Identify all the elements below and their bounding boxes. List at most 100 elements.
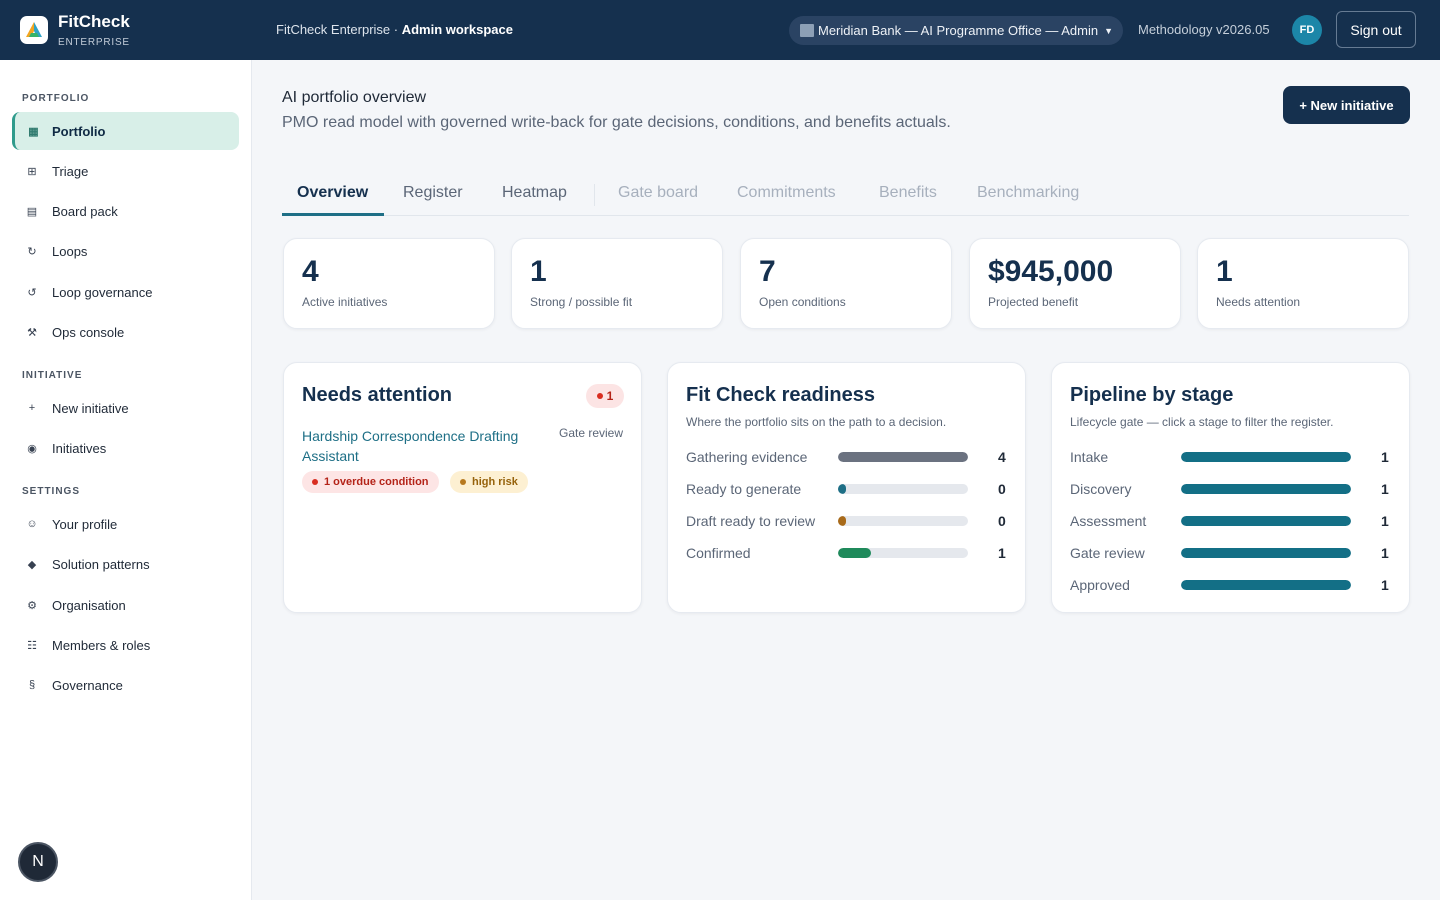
loop-governance-icon: ↺ bbox=[27, 286, 37, 299]
card-title: Needs attention bbox=[302, 384, 453, 406]
kpi-label: Open conditions bbox=[759, 295, 846, 309]
stage-track[interactable] bbox=[1181, 452, 1351, 462]
initiative-stage: Gate review bbox=[559, 426, 624, 440]
stage-value: 1 bbox=[1381, 449, 1389, 465]
tab-commitments[interactable]: Commitments bbox=[737, 184, 836, 202]
section-icon: § bbox=[28, 679, 36, 691]
n-badge-button[interactable]: N bbox=[18, 842, 58, 882]
sidebar-item-label: Initiatives bbox=[52, 440, 107, 456]
stage-value: 1 bbox=[1381, 545, 1389, 561]
red-dot-icon bbox=[596, 393, 603, 399]
row-value: 0 bbox=[998, 513, 1006, 529]
table-icon: ⊞ bbox=[27, 165, 37, 178]
kpi-card-open-conditions: 7 Open conditions bbox=[740, 238, 952, 329]
sidebar-item-portfolio[interactable]: ▦ Portfolio bbox=[12, 112, 239, 150]
stage-fill bbox=[1181, 580, 1351, 590]
card-subtitle: Lifecycle gate — click a stage to filter… bbox=[1070, 415, 1334, 429]
stage-fill bbox=[1181, 548, 1351, 558]
needs-attention-card: Needs attention 1 Hardship Correspondenc… bbox=[283, 362, 642, 613]
sidebar-item-label: Portfolio bbox=[52, 123, 106, 139]
sidebar: PORTFOLIO ▦ Portfolio ⊞ Triage ▤ Board pack… bbox=[0, 60, 252, 900]
row-label: Ready to generate bbox=[686, 481, 802, 497]
pill-label: high risk bbox=[472, 476, 518, 488]
chevron-down-icon: ▼ bbox=[1104, 25, 1114, 36]
tab-bar: Overview Register Heatmap Gate board Com… bbox=[282, 172, 1409, 216]
section-title-initiative: INITIATIVE bbox=[22, 370, 83, 381]
progress-fill bbox=[838, 484, 846, 494]
org-selector[interactable]: Meridian Bank — AI Programme Office — Ad… bbox=[789, 16, 1123, 45]
progress-fill bbox=[838, 452, 968, 462]
stage-label[interactable]: Approved bbox=[1070, 577, 1130, 593]
kpi-value: $945,000 bbox=[988, 255, 1114, 288]
pipeline-card: Pipeline by stage Lifecycle gate — click… bbox=[1051, 362, 1410, 613]
tab-heatmap[interactable]: Heatmap bbox=[502, 184, 567, 202]
progress-fill bbox=[838, 548, 871, 558]
kpi-label: Strong / possible fit bbox=[530, 295, 633, 309]
stage-label[interactable]: Intake bbox=[1070, 449, 1108, 465]
tab-benefits[interactable]: Benefits bbox=[879, 184, 937, 202]
kpi-card-needs-attention: 1 Needs attention bbox=[1197, 238, 1409, 329]
red-dot-icon bbox=[312, 479, 318, 485]
sidebar-item-governance[interactable]: § Governance bbox=[12, 666, 239, 704]
stage-track[interactable] bbox=[1181, 580, 1351, 590]
section-title-portfolio: PORTFOLIO bbox=[22, 93, 90, 104]
card-title: Fit Check readiness bbox=[686, 384, 875, 406]
card-title: Pipeline by stage bbox=[1070, 384, 1234, 406]
row-value: 0 bbox=[998, 481, 1006, 497]
kpi-label: Needs attention bbox=[1216, 295, 1301, 309]
page-subtitle: PMO read model with governed write-back … bbox=[282, 114, 951, 131]
stage-value: 1 bbox=[1381, 577, 1389, 593]
section-title-settings: SETTINGS bbox=[22, 486, 81, 497]
stage-track[interactable] bbox=[1181, 548, 1351, 558]
kpi-card-projected-benefit: $945,000 Projected benefit bbox=[969, 238, 1181, 329]
diamond-icon: ◆ bbox=[27, 558, 37, 571]
brand-name[interactable]: FitCheck bbox=[58, 12, 130, 32]
sidebar-item-ops-console[interactable]: ⚒ Ops console bbox=[12, 313, 239, 351]
page-title: AI portfolio overview bbox=[282, 89, 427, 106]
tab-gate-board[interactable]: Gate board bbox=[618, 184, 698, 202]
sidebar-item-organisation[interactable]: ⚙ Organisation bbox=[12, 586, 239, 624]
sidebar-item-label: Triage bbox=[52, 163, 89, 179]
tab-register[interactable]: Register bbox=[403, 184, 463, 202]
attention-count: 1 bbox=[606, 389, 614, 403]
sidebar-item-solution-patterns[interactable]: ◆ Solution patterns bbox=[12, 545, 239, 583]
tab-benchmarking[interactable]: Benchmarking bbox=[977, 184, 1079, 202]
stage-track[interactable] bbox=[1181, 516, 1351, 526]
sidebar-item-label: Board pack bbox=[52, 203, 118, 219]
sidebar-item-label: Loops bbox=[52, 243, 88, 259]
stage-label[interactable]: Gate review bbox=[1070, 545, 1145, 561]
stage-label[interactable]: Assessment bbox=[1070, 513, 1146, 529]
readiness-card: Fit Check readiness Where the portfolio … bbox=[667, 362, 1026, 613]
fitcheck-logo-icon[interactable] bbox=[20, 16, 48, 44]
members-icon: ☷ bbox=[27, 639, 37, 652]
document-icon: ▤ bbox=[26, 205, 38, 218]
new-initiative-button[interactable]: + New initiative bbox=[1283, 86, 1410, 124]
workspace-prefix: FitCheck Enterprise · bbox=[276, 22, 402, 37]
kpi-value: 4 bbox=[302, 255, 319, 288]
loop-icon: ↻ bbox=[27, 245, 37, 258]
brand-edition: ENTERPRISE bbox=[58, 37, 130, 48]
stage-track[interactable] bbox=[1181, 484, 1351, 494]
sidebar-item-loops[interactable]: ↻ Loops bbox=[12, 232, 239, 270]
avatar[interactable]: FD bbox=[1292, 15, 1322, 45]
smile-icon: ☺ bbox=[26, 518, 38, 530]
kpi-label: Projected benefit bbox=[988, 295, 1079, 309]
building-icon bbox=[800, 24, 814, 37]
sidebar-item-initiatives[interactable]: ◉ Initiatives bbox=[12, 429, 239, 467]
initiative-link[interactable]: Hardship Correspondence Drafting Assista… bbox=[302, 426, 542, 466]
sidebar-item-new-initiative[interactable]: + New initiative bbox=[12, 389, 239, 427]
tab-overview[interactable]: Overview bbox=[297, 184, 368, 202]
progress-track bbox=[838, 484, 968, 494]
stage-label[interactable]: Discovery bbox=[1070, 481, 1131, 497]
sidebar-item-triage[interactable]: ⊞ Triage bbox=[12, 152, 239, 190]
top-bar: FitCheck ENTERPRISE FitCheck Enterprise … bbox=[0, 0, 1440, 60]
amber-dot-icon bbox=[460, 479, 466, 485]
sidebar-item-loop-governance[interactable]: ↺ Loop governance bbox=[12, 273, 239, 311]
sidebar-item-members-roles[interactable]: ☷ Members & roles bbox=[12, 626, 239, 664]
high-risk-pill: high risk bbox=[450, 471, 528, 493]
sidebar-item-board-pack[interactable]: ▤ Board pack bbox=[12, 192, 239, 230]
sidebar-item-your-profile[interactable]: ☺ Your profile bbox=[12, 505, 239, 543]
stage-fill bbox=[1181, 452, 1351, 462]
workspace-name: Admin workspace bbox=[401, 22, 513, 37]
sign-out-button[interactable]: Sign out bbox=[1336, 11, 1416, 48]
